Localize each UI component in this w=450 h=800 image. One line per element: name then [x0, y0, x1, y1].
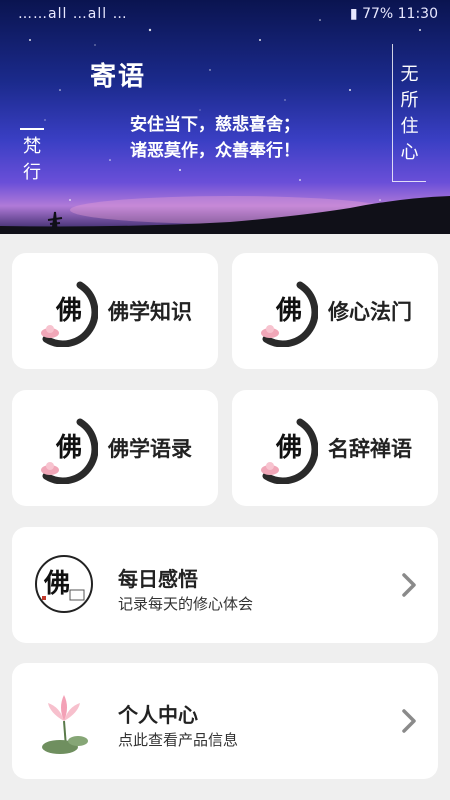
hillside-silhouette [0, 196, 450, 234]
buddha-seal-emblem-icon: 佛 [35, 555, 93, 613]
card-zen-phrases[interactable]: 佛 名辞禅语 [232, 390, 438, 506]
svg-text:佛: 佛 [55, 433, 82, 463]
buddha-ink-emblem-icon: 佛 [261, 418, 318, 484]
status-right: ▮ 77% 11:30 [350, 6, 438, 22]
battery-level: 77% [362, 6, 394, 22]
vertical-left-text: 梵行 [23, 136, 41, 183]
vertical-right-text: 无所住心 [400, 64, 419, 163]
quote-line-1: 安住当下，慈悲喜舍； [130, 115, 300, 135]
lotus-icon [42, 695, 88, 754]
svg-text:佛: 佛 [43, 569, 70, 599]
card-title: 佛学知识 [108, 300, 192, 324]
chevron-right-icon [402, 573, 416, 597]
personal-center-subtitle: 点此查看产品信息 [118, 731, 239, 749]
card-daily-insight[interactable]: 佛 每日感悟 记录每天的修心体会 [12, 527, 438, 643]
svg-text:佛: 佛 [275, 296, 302, 326]
card-title: 佛学语录 [108, 437, 192, 461]
svg-text:佛: 佛 [55, 296, 82, 326]
svg-text:佛: 佛 [275, 433, 302, 463]
status-bar: ……all …all … ▮ 77% 11:30 [0, 0, 450, 30]
card-title: 修心法门 [328, 300, 412, 324]
hero-title: 寄语 [90, 62, 147, 92]
buddha-ink-emblem-icon: 佛 [41, 418, 98, 484]
buddha-ink-emblem-icon: 佛 [41, 281, 98, 347]
battery-icon: ▮ [349, 6, 358, 22]
signal-indicators: ……all …all … [18, 6, 128, 22]
card-buddhist-knowledge[interactable]: 佛 佛学知识 [12, 253, 218, 369]
buddha-ink-emblem-icon: 佛 [261, 281, 318, 347]
vertical-text-left: 梵行 [20, 128, 44, 186]
quote-line-2: 诸恶莫作，众善奉行！ [130, 141, 300, 161]
card-buddhist-quotes[interactable]: 佛 佛学语录 [12, 390, 218, 506]
personal-center-title: 个人中心 [118, 703, 198, 727]
hero-quote: 安住当下，慈悲喜舍； 诸恶莫作，众善奉行！ [130, 112, 300, 164]
card-personal-center[interactable]: 个人中心 点此查看产品信息 [12, 663, 438, 779]
clock: 11:30 [397, 6, 438, 22]
hero-banner: ……all …all … ▮ 77% 11:30 寄语 安住当下，慈悲喜舍； 诸… [0, 0, 450, 234]
chevron-right-icon [402, 709, 416, 733]
card-title: 名辞禅语 [328, 437, 412, 461]
daily-insight-title: 每日感悟 [118, 567, 198, 591]
vertical-text-right: 无所住心 [392, 44, 426, 182]
daily-insight-subtitle: 记录每天的修心体会 [118, 595, 254, 613]
card-mind-cultivation[interactable]: 佛 修心法门 [232, 253, 438, 369]
